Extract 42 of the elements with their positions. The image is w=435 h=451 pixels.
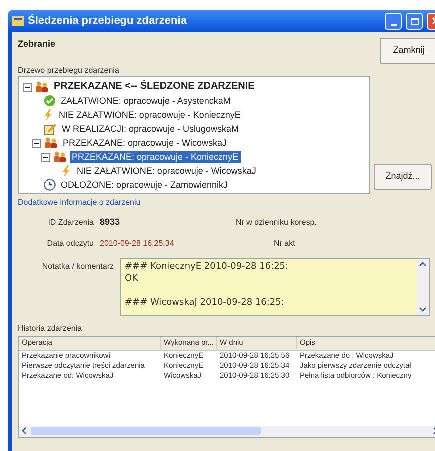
history-heading: Historia zdarzenia bbox=[18, 324, 84, 334]
collapse-toggle[interactable] bbox=[32, 138, 41, 148]
collapse-toggle[interactable] bbox=[23, 82, 32, 92]
window-title: Śledzenia przebiegu zdarzenia bbox=[28, 13, 187, 29]
tree-item[interactable]: W REALIZACJI: opracowuje - UslugowskaM bbox=[60, 123, 242, 135]
field-label: Nr akt bbox=[273, 238, 296, 250]
people-icon bbox=[53, 151, 67, 163]
tree-item[interactable]: PRZEKAZANE <-- ŚLEDZONE ZDARZENIE bbox=[52, 81, 257, 93]
tree-item[interactable]: ZAŁATWIONE: opracowuje - AsystenckaM bbox=[59, 95, 233, 107]
field-label: Nr w dzienniku koresp. bbox=[236, 216, 318, 229]
lightning-icon bbox=[44, 109, 54, 121]
read-date: 2010-09-28 16:25:34 bbox=[100, 238, 176, 250]
tree-item[interactable]: PRZEKAZANE: opracowuje - KoniecznyE bbox=[70, 151, 241, 163]
people-icon bbox=[35, 81, 49, 93]
minus-icon bbox=[43, 154, 48, 160]
tree-item[interactable]: NIE ZAŁATWIONE: opracowuje - WicowskaJ bbox=[75, 165, 258, 177]
tree-item[interactable]: ODŁOŻONE: opracowuje - ZamowiennikJ bbox=[59, 179, 230, 191]
field-label: Data odczytu bbox=[46, 238, 94, 250]
horizontal-scrollbar[interactable] bbox=[19, 426, 435, 436]
minus-icon bbox=[25, 84, 30, 90]
event-title: Zebranie bbox=[18, 38, 56, 51]
close-dialog-button[interactable]: Zamknij bbox=[380, 38, 435, 64]
field-label: ID Zdarzenia bbox=[47, 216, 94, 229]
tree-item[interactable]: PRZEKAZANE: opracowuje - WicowskaJ bbox=[61, 137, 230, 149]
minimize-button[interactable] bbox=[385, 12, 402, 30]
details-heading: Dodatkowe informacje o zdarzeniu bbox=[18, 198, 142, 208]
collapse-toggle[interactable] bbox=[41, 152, 50, 162]
clock-icon bbox=[44, 179, 56, 191]
maximize-button[interactable] bbox=[406, 12, 423, 30]
tree-item[interactable]: NIE ZAŁATWIONE: opracowuje - KoniecznyE bbox=[57, 109, 243, 121]
lightning-icon bbox=[62, 165, 72, 177]
edit-icon bbox=[44, 123, 57, 135]
minus-icon bbox=[34, 140, 39, 146]
check-icon bbox=[44, 95, 56, 107]
tree-label: Drzewo przebiegu zdarzenia bbox=[18, 66, 120, 76]
people-icon bbox=[44, 137, 58, 149]
field-label: Notatka / komentarz bbox=[41, 260, 114, 272]
event-id: 8933 bbox=[100, 216, 122, 229]
find-button[interactable]: Znajdź... bbox=[374, 164, 432, 190]
window-icon bbox=[12, 16, 24, 26]
scroll-thumb[interactable] bbox=[31, 427, 261, 435]
scroll-left-icon bbox=[21, 427, 27, 435]
